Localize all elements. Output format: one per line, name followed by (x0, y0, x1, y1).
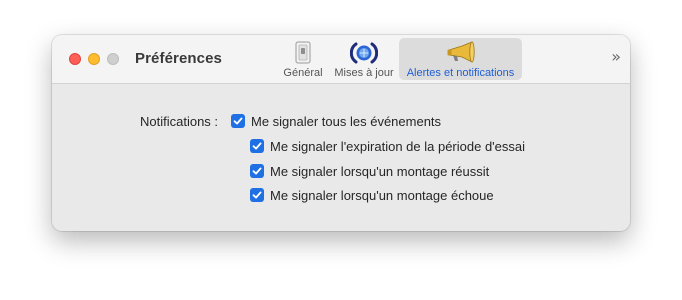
notifications-pane: Notifications : Me signaler tous les évé… (52, 84, 630, 231)
tab-updates[interactable]: Mises à jour (331, 38, 397, 80)
checkbox-all-events-label: Me signaler tous les événements (251, 113, 442, 129)
checkbox-checked-icon[interactable] (250, 139, 264, 153)
checkbox-checked-icon[interactable] (231, 114, 245, 128)
checkbox-trial-expiration-label: Me signaler l'expiration de la période d… (270, 138, 525, 154)
chevron-double-right-icon[interactable]: ›› (611, 47, 621, 66)
checkbox-mount-success-label: Me signaler lorsqu'un montage réussit (270, 163, 490, 179)
checkbox-mount-failure[interactable]: Me signaler lorsqu'un montage échoue (250, 186, 494, 204)
checkbox-mount-success[interactable]: Me signaler lorsqu'un montage réussit (250, 162, 489, 180)
checkbox-checked-icon[interactable] (250, 188, 264, 202)
tab-updates-label: Mises à jour (334, 67, 394, 79)
tab-alerts-notifications-label: Alertes et notifications (406, 67, 515, 79)
checkbox-trial-expiration[interactable]: Me signaler l'expiration de la période d… (250, 137, 525, 155)
tab-general-label: Général (283, 67, 323, 79)
tab-general[interactable]: Général (280, 38, 326, 80)
minimize-window-button[interactable] (88, 53, 100, 65)
checkbox-mount-failure-label: Me signaler lorsqu'un montage échoue (270, 187, 494, 203)
checkbox-all-events[interactable]: Me signaler tous les événements (231, 112, 441, 130)
tab-alerts-notifications[interactable]: Alertes et notifications (399, 38, 522, 80)
checkbox-checked-icon[interactable] (250, 164, 264, 178)
preferences-window: Préférences Général Mises à jour Alertes… (52, 35, 630, 231)
notifications-label: Notifications : (140, 114, 219, 129)
window-title: Préférences (135, 50, 222, 67)
titlebar: Préférences Général Mises à jour Alertes… (52, 35, 630, 84)
close-window-button[interactable] (69, 53, 81, 65)
zoom-window-button[interactable] (107, 53, 119, 65)
